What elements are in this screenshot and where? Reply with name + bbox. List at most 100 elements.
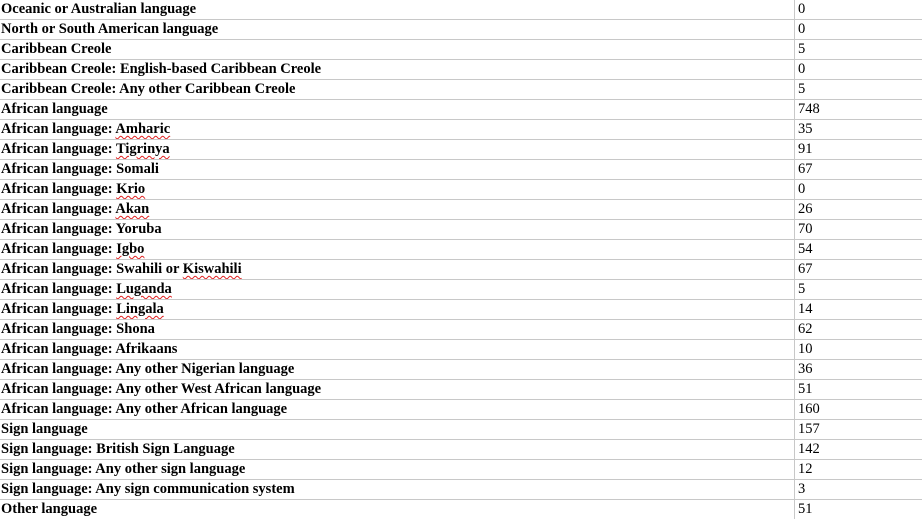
spreadsheet-area: Oceanic or Australian language 0 North or … <box>0 0 922 519</box>
spellcheck-flagged-word: Akan <box>115 201 150 217</box>
language-label: African language: <box>1 281 117 297</box>
table-row: North or South American language 0 <box>0 19 922 40</box>
language-cell[interactable]: African language: Shona <box>0 319 795 340</box>
table-row: African language: Swahili or Kiswahili 67 <box>0 259 922 280</box>
count-cell[interactable]: 5 <box>794 279 922 300</box>
table-row: African language: Amharic 35 <box>0 119 922 140</box>
count-cell[interactable]: 157 <box>794 419 922 440</box>
table-row: African language: Igbo 54 <box>0 239 922 260</box>
count-cell[interactable]: 51 <box>794 379 922 400</box>
count-cell[interactable]: 54 <box>794 239 922 260</box>
table-row: African language: Any other Nigerian lan… <box>0 359 922 380</box>
spellcheck-flagged-word: Luganda <box>116 281 172 297</box>
count-cell[interactable]: 67 <box>794 259 922 280</box>
language-cell[interactable]: African language <box>0 99 795 120</box>
language-cell[interactable]: North or South American language <box>0 19 795 40</box>
table-row: African language: Yoruba 70 <box>0 219 922 240</box>
spellcheck-flagged-word: Tigrinya <box>115 141 170 157</box>
language-cell[interactable]: African language: Luganda <box>0 279 795 300</box>
language-label: African language: Any other Nigerian lan… <box>1 361 295 377</box>
count-cell[interactable]: 67 <box>794 159 922 180</box>
language-label: African language: <box>1 121 116 137</box>
table-row: African language: Shona 62 <box>0 319 922 340</box>
table-row: African language: Krio 0 <box>0 179 922 200</box>
language-cell[interactable]: African language: Any other West African… <box>0 379 795 400</box>
language-label: Other language <box>1 501 97 517</box>
count-cell[interactable]: 5 <box>794 79 922 100</box>
language-cell[interactable]: African language: Swahili or Kiswahili <box>0 259 795 280</box>
language-cell[interactable]: Caribbean Creole <box>0 39 795 60</box>
language-label: Caribbean Creole: Any other Caribbean Cr… <box>1 81 296 97</box>
table-row: Caribbean Creole 5 <box>0 39 922 60</box>
table-row: Sign language: British Sign Language 142 <box>0 439 922 460</box>
count-cell[interactable]: 3 <box>794 479 922 500</box>
language-label: African language: Any other West African… <box>1 381 322 397</box>
count-cell[interactable]: 62 <box>794 319 922 340</box>
count-cell[interactable]: 160 <box>794 399 922 420</box>
count-cell[interactable]: 35 <box>794 119 922 140</box>
language-label: African language: <box>1 301 117 317</box>
count-cell[interactable]: 51 <box>794 499 922 519</box>
language-label: North or South American language <box>1 21 219 37</box>
language-cell[interactable]: Sign language: British Sign Language <box>0 439 795 460</box>
language-cell[interactable]: African language: Yoruba <box>0 219 795 240</box>
spellcheck-flagged-word: Kiswahili <box>182 261 242 277</box>
table-row: African language: Lingala 14 <box>0 299 922 320</box>
count-cell[interactable]: 10 <box>794 339 922 360</box>
count-cell[interactable]: 26 <box>794 199 922 220</box>
language-label: African language: <box>1 181 117 197</box>
language-cell[interactable]: Caribbean Creole: English-based Caribbea… <box>0 59 795 80</box>
language-cell[interactable]: Sign language <box>0 419 795 440</box>
language-label: African language <box>1 101 108 117</box>
count-cell[interactable]: 5 <box>794 39 922 60</box>
language-label: Caribbean Creole <box>1 41 112 57</box>
language-label: African language: Swahili or <box>1 261 183 277</box>
spellcheck-flagged-word: Lingala <box>116 301 164 317</box>
language-label: African language: <box>1 141 116 157</box>
language-cell[interactable]: African language: Igbo <box>0 239 795 260</box>
count-cell[interactable]: 748 <box>794 99 922 120</box>
language-cell[interactable]: Sign language: Any sign communication sy… <box>0 479 795 500</box>
language-cell[interactable]: Other language <box>0 499 795 519</box>
table-row: Sign language: Any sign communication sy… <box>0 479 922 500</box>
language-cell[interactable]: African language: Any other Nigerian lan… <box>0 359 795 380</box>
table-row: Oceanic or Australian language 0 <box>0 0 922 20</box>
count-cell[interactable]: 0 <box>794 179 922 200</box>
count-cell[interactable]: 12 <box>794 459 922 480</box>
count-cell[interactable]: 0 <box>794 59 922 80</box>
language-cell[interactable]: African language: Tigrinya <box>0 139 795 160</box>
language-cell[interactable]: Caribbean Creole: Any other Caribbean Cr… <box>0 79 795 100</box>
table-row: African language: Luganda 5 <box>0 279 922 300</box>
count-cell[interactable]: 0 <box>794 19 922 40</box>
language-label: African language: Somali <box>1 161 159 177</box>
language-label: African language: Yoruba <box>1 221 162 237</box>
count-cell[interactable]: 14 <box>794 299 922 320</box>
language-cell[interactable]: African language: Afrikaans <box>0 339 795 360</box>
language-cell[interactable]: African language: Krio <box>0 179 795 200</box>
language-cell[interactable]: African language: Akan <box>0 199 795 220</box>
table-row: Other language 51 <box>0 499 922 519</box>
table-row: African language: Somali 67 <box>0 159 922 180</box>
language-label: African language: Any other African lang… <box>1 401 288 417</box>
table-row: Caribbean Creole: English-based Caribbea… <box>0 59 922 80</box>
language-label: Caribbean Creole: English-based Caribbea… <box>1 61 322 77</box>
language-cell[interactable]: African language: Lingala <box>0 299 795 320</box>
table-row: Sign language 157 <box>0 419 922 440</box>
count-cell[interactable]: 91 <box>794 139 922 160</box>
language-cell[interactable]: African language: Any other African lang… <box>0 399 795 420</box>
language-label: Sign language: Any sign communication sy… <box>1 481 295 497</box>
count-cell[interactable]: 142 <box>794 439 922 460</box>
table-body: Oceanic or Australian language 0 North or … <box>0 0 922 519</box>
count-cell[interactable]: 36 <box>794 359 922 380</box>
language-table: Oceanic or Australian language 0 North or … <box>0 0 922 519</box>
language-cell[interactable]: Oceanic or Australian language <box>0 0 795 20</box>
language-cell[interactable]: African language: Amharic <box>0 119 795 140</box>
language-label: Sign language: British Sign Language <box>1 441 235 457</box>
spellcheck-flagged-word: Amharic <box>115 121 171 137</box>
language-cell[interactable]: Sign language: Any other sign language <box>0 459 795 480</box>
language-cell[interactable]: African language: Somali <box>0 159 795 180</box>
language-label: African language: <box>1 241 117 257</box>
language-label: Sign language: Any other sign language <box>1 461 246 477</box>
count-cell[interactable]: 0 <box>794 0 922 20</box>
count-cell[interactable]: 70 <box>794 219 922 240</box>
